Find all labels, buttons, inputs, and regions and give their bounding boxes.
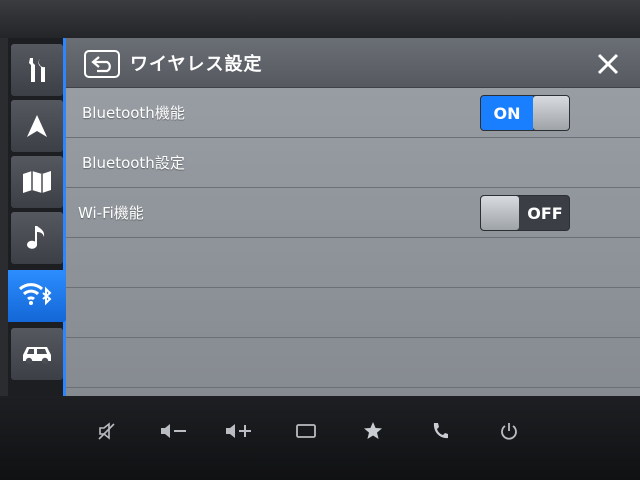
empty-row bbox=[66, 288, 640, 338]
toggle-knob bbox=[481, 196, 519, 230]
setting-label: Bluetooth設定 bbox=[82, 154, 185, 172]
empty-row bbox=[66, 238, 640, 288]
power-button[interactable] bbox=[492, 414, 526, 448]
phone-button[interactable] bbox=[423, 414, 457, 448]
navigation-arrow-icon bbox=[27, 115, 47, 137]
close-button[interactable] bbox=[592, 48, 624, 80]
volume-up-icon bbox=[226, 424, 251, 438]
phone-icon bbox=[433, 423, 448, 439]
map-icon bbox=[23, 171, 51, 193]
page-title: ワイヤレス設定 bbox=[130, 54, 263, 75]
setting-row-wifi-function[interactable]: Wi-Fi機能 OFF bbox=[66, 188, 640, 238]
sidebar-item-wireless[interactable] bbox=[8, 270, 66, 322]
back-arrow-icon bbox=[91, 56, 111, 73]
side-navigation bbox=[8, 38, 66, 396]
favorite-button[interactable] bbox=[356, 414, 390, 448]
screen-button[interactable] bbox=[289, 414, 323, 448]
mute-button[interactable] bbox=[90, 414, 124, 448]
header-bar: ワイヤレス設定 bbox=[66, 38, 640, 88]
music-note-icon bbox=[27, 226, 45, 249]
setting-label: Bluetooth機能 bbox=[82, 104, 185, 122]
setting-row-bluetooth-function[interactable]: Bluetooth機能 ON bbox=[66, 88, 640, 138]
car-icon bbox=[23, 347, 51, 365]
sidebar-item-vehicle[interactable] bbox=[11, 328, 63, 380]
device-bezel-top bbox=[0, 0, 640, 38]
star-icon bbox=[364, 422, 382, 439]
screen: ワイヤレス設定 Bluetooth機能 ON Bluetooth設定 Wi-Fi… bbox=[8, 38, 640, 396]
sidebar-item-music[interactable] bbox=[11, 212, 63, 264]
close-icon bbox=[597, 53, 619, 75]
wifi-bluetooth-icon bbox=[18, 283, 52, 306]
tools-icon bbox=[29, 58, 45, 82]
setting-row-bluetooth-settings[interactable]: Bluetooth設定 bbox=[66, 138, 640, 188]
wifi-toggle[interactable]: OFF bbox=[480, 195, 570, 231]
volume-up-button[interactable] bbox=[222, 414, 256, 448]
bluetooth-toggle[interactable]: ON bbox=[480, 95, 570, 131]
toggle-state: ON bbox=[481, 96, 533, 130]
settings-panel: ワイヤレス設定 Bluetooth機能 ON Bluetooth設定 Wi-Fi… bbox=[66, 38, 640, 396]
empty-row bbox=[66, 338, 640, 388]
sidebar-item-map[interactable] bbox=[11, 156, 63, 208]
sidebar-item-navigation[interactable] bbox=[11, 100, 63, 152]
setting-label: Wi-Fi機能 bbox=[78, 204, 144, 222]
mute-icon bbox=[98, 422, 115, 440]
volume-down-button[interactable] bbox=[157, 414, 191, 448]
device-bezel-left bbox=[0, 38, 8, 398]
toggle-knob bbox=[533, 96, 569, 130]
power-icon bbox=[501, 423, 517, 440]
toggle-state: OFF bbox=[527, 203, 563, 223]
screen-icon bbox=[296, 424, 316, 438]
volume-down-icon bbox=[161, 424, 186, 438]
sidebar-item-tools[interactable] bbox=[11, 44, 63, 96]
back-button[interactable] bbox=[84, 50, 120, 78]
